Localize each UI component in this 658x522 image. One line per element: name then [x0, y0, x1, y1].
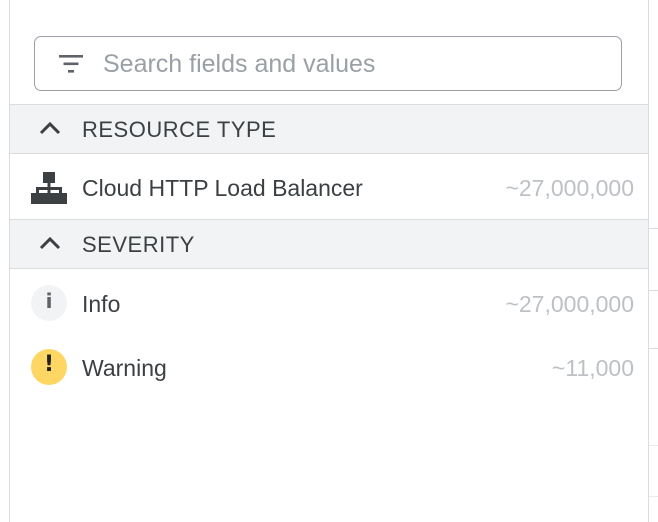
item-label: Info [82, 291, 121, 317]
chevron-up-icon[interactable] [38, 235, 62, 251]
chevron-up-icon[interactable] [38, 120, 62, 136]
info-icon: i [31, 285, 67, 321]
warning-glyph: ! [43, 352, 55, 377]
fields-panel: RESOURCE TYPE Cloud HTTP Load Balancer ~… [10, 0, 648, 522]
item-count: ~27,000,000 [505, 175, 634, 201]
item-count: ~11,000 [551, 355, 634, 381]
item-label: Cloud HTTP Load Balancer [82, 175, 363, 201]
list-item-warning[interactable]: Warning ~11,000 [10, 337, 648, 395]
filter-icon[interactable] [59, 53, 83, 75]
warning-icon: ! [31, 349, 67, 385]
list-item-cloud-http-load-balancer[interactable]: Cloud HTTP Load Balancer ~27,000,000 [10, 157, 648, 215]
item-label: Warning [82, 355, 167, 381]
adjacent-grid-line [649, 290, 658, 291]
section-header-severity[interactable]: SEVERITY [10, 219, 648, 269]
adjacent-grid-line [649, 228, 658, 229]
section-title: SEVERITY [82, 232, 195, 257]
adjacent-grid-line [649, 496, 658, 497]
section-header-resource-type[interactable]: RESOURCE TYPE [10, 104, 648, 154]
info-glyph: i [45, 289, 53, 313]
search-input[interactable] [103, 47, 603, 81]
search-box[interactable] [34, 36, 622, 91]
adjacent-grid-line [649, 348, 658, 349]
section-title: RESOURCE TYPE [82, 117, 277, 142]
list-item-info[interactable]: Info ~27,000,000 [10, 273, 648, 331]
network-hierarchy-icon [31, 172, 67, 204]
adjacent-grid-line [649, 445, 658, 446]
panel-right-border [648, 0, 649, 522]
item-count: ~27,000,000 [505, 291, 634, 317]
logs-field-explorer: RESOURCE TYPE Cloud HTTP Load Balancer ~… [0, 0, 658, 522]
